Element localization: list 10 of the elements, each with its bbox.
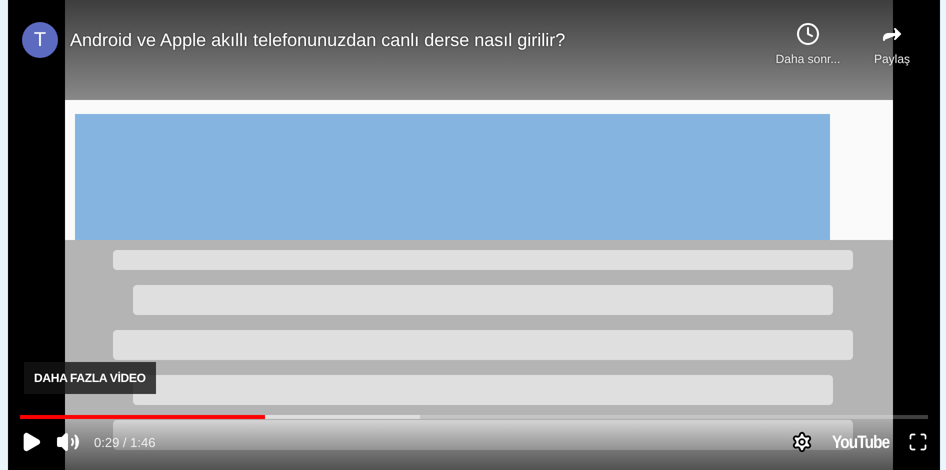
youtube-logo[interactable]: YouTube [832, 432, 889, 452]
time-display: 0:29 / 1:46 [94, 434, 156, 450]
video-title[interactable]: Android ve Apple akıllı telefonunuzdan canlı derse nasıl girilir? [70, 30, 760, 51]
fullscreen-button[interactable] [908, 432, 928, 452]
clock-icon [796, 22, 820, 46]
settings-button[interactable] [790, 431, 813, 453]
watch-later-button[interactable]: Daha sonr... [772, 22, 844, 66]
volume-button[interactable] [56, 430, 80, 454]
more-videos-button[interactable]: DAHA FAZLA VİDEO [24, 362, 156, 394]
progress-bar[interactable] [20, 415, 928, 419]
